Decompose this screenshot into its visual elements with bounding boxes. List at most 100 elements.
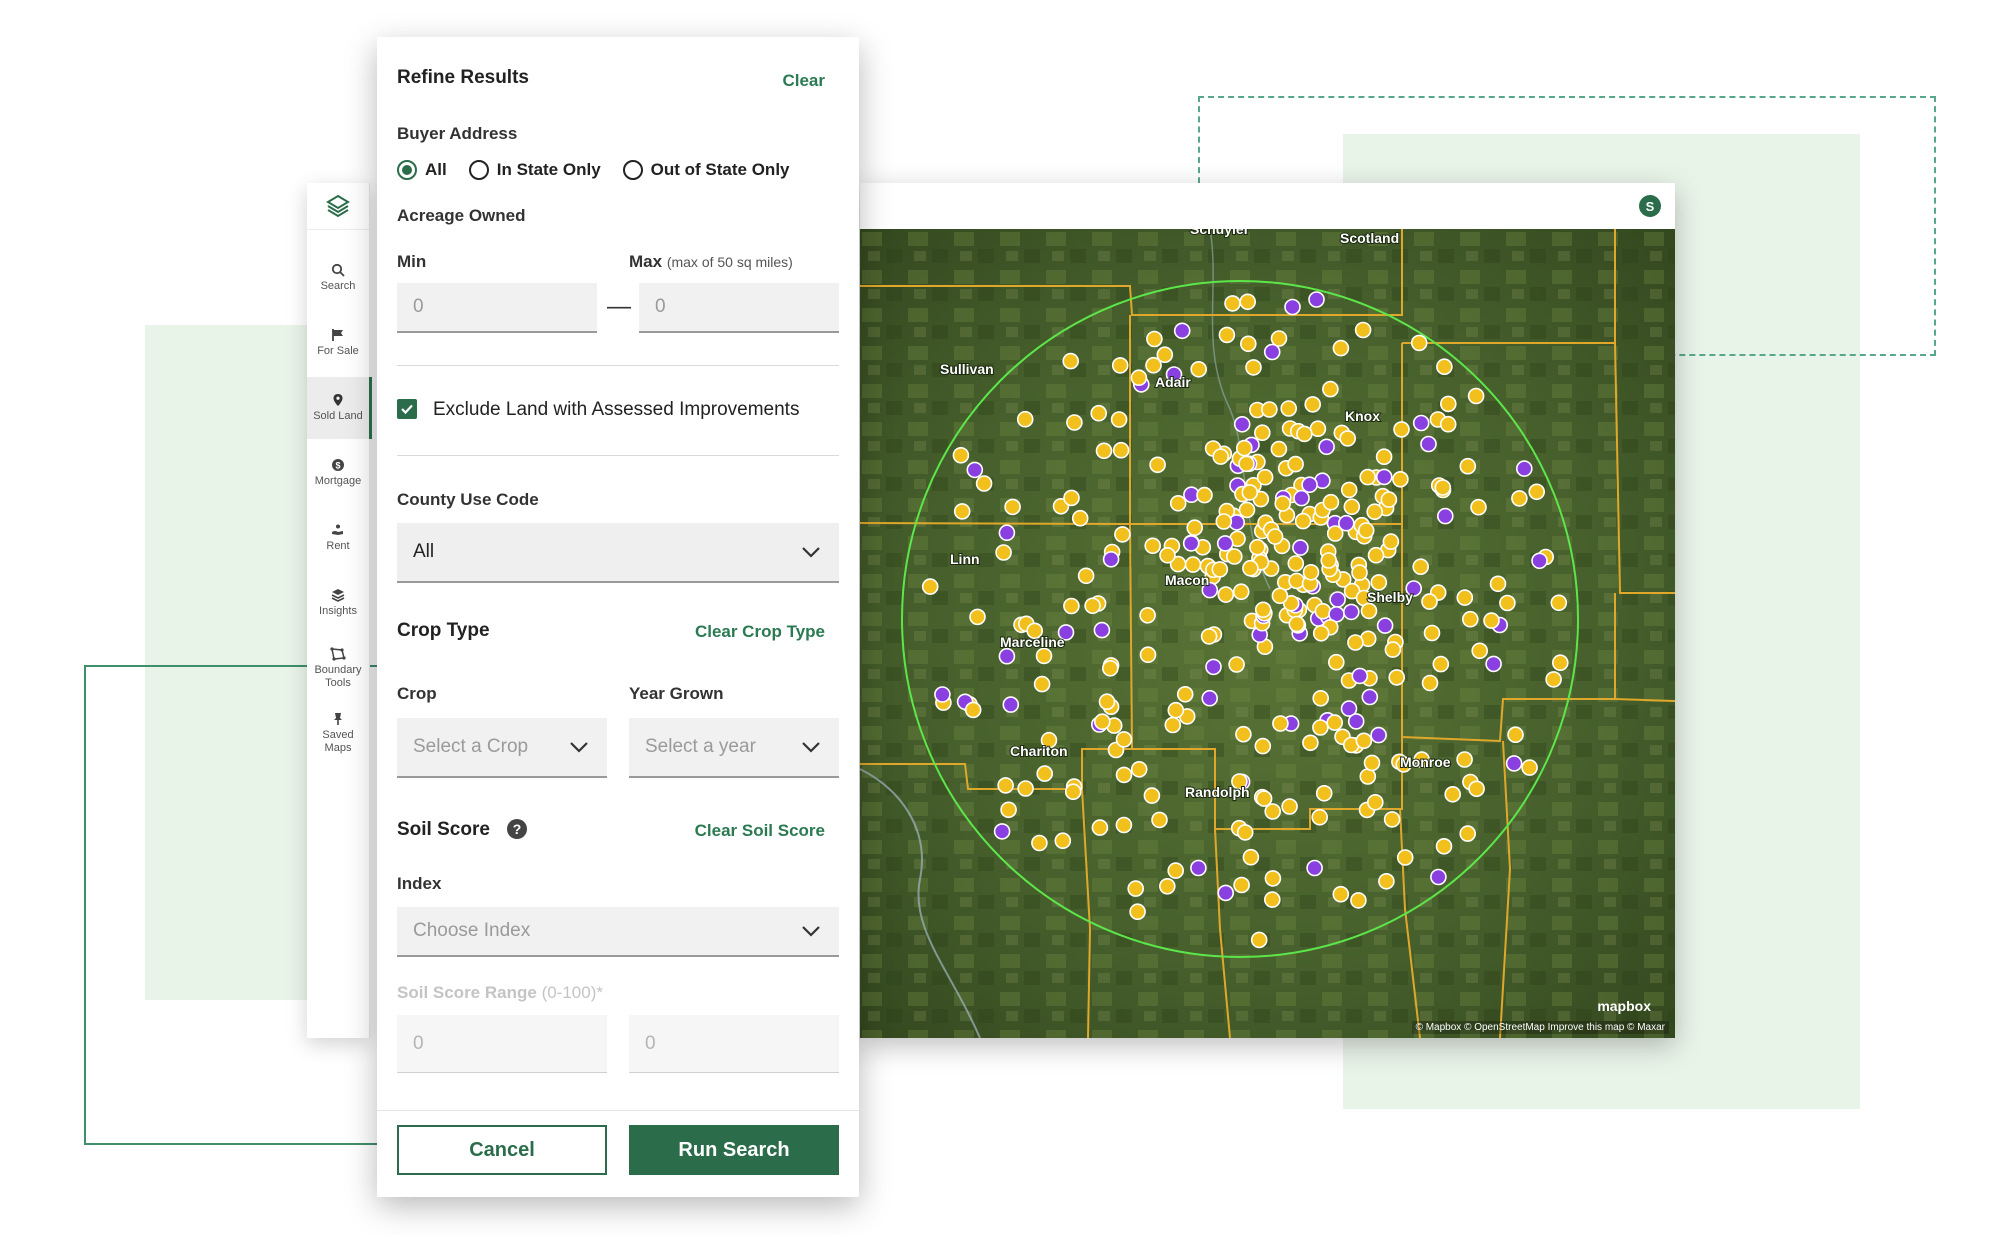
property-marker-sold[interactable] xyxy=(1382,533,1400,550)
property-marker-sold[interactable] xyxy=(1288,615,1306,633)
property-marker-sold[interactable] xyxy=(1370,574,1388,591)
map-canvas[interactable]: Schuyler Scotland Sullivan Adair Knox Linn Mac… xyxy=(860,220,1675,1038)
property-marker-sold[interactable] xyxy=(1366,793,1384,811)
property-marker-sold[interactable] xyxy=(1383,811,1401,828)
property-marker-sold[interactable] xyxy=(1064,783,1082,801)
run-search-button[interactable]: Run Search xyxy=(629,1125,839,1175)
property-marker-sold[interactable] xyxy=(1439,415,1457,433)
property-marker-sold[interactable] xyxy=(1312,689,1330,707)
property-marker-sold[interactable] xyxy=(1158,877,1176,895)
property-marker-sold[interactable] xyxy=(1239,335,1257,353)
nav-for-sale[interactable]: For Sale xyxy=(307,312,369,374)
property-marker-sold[interactable] xyxy=(1355,732,1373,750)
property-marker-sold[interactable] xyxy=(1115,816,1133,834)
property-marker-sold[interactable] xyxy=(1151,811,1168,829)
property-marker-sold[interactable] xyxy=(1312,624,1330,642)
property-marker-sold[interactable] xyxy=(1156,346,1174,363)
property-marker-sold[interactable] xyxy=(1357,522,1375,539)
property-marker-purple[interactable] xyxy=(1205,658,1222,676)
property-marker-sold[interactable] xyxy=(1288,572,1305,590)
property-marker-purple[interactable] xyxy=(1370,726,1387,744)
property-marker-sold[interactable] xyxy=(1350,892,1367,909)
property-marker-sold[interactable] xyxy=(1264,870,1282,887)
property-marker-sold[interactable] xyxy=(1281,798,1298,815)
property-marker-sold[interactable] xyxy=(1139,606,1156,624)
property-marker-sold[interactable] xyxy=(1326,714,1344,731)
property-marker-sold[interactable] xyxy=(1435,837,1453,855)
property-marker-sold[interactable] xyxy=(995,544,1012,561)
property-marker-sold[interactable] xyxy=(1432,655,1450,673)
soil-range-max-input[interactable]: 0 xyxy=(629,1015,839,1073)
property-marker-sold[interactable] xyxy=(964,701,982,719)
property-marker-sold[interactable] xyxy=(1343,498,1361,516)
property-marker-sold[interactable] xyxy=(1467,387,1485,405)
property-marker-sold[interactable] xyxy=(1470,498,1487,516)
property-marker-sold[interactable] xyxy=(1339,430,1357,447)
property-marker-sold[interactable] xyxy=(1149,456,1166,474)
property-marker-sold[interactable] xyxy=(1238,501,1256,519)
property-marker-sold[interactable] xyxy=(1367,546,1385,564)
property-marker-sold[interactable] xyxy=(1242,848,1260,866)
property-marker-purple[interactable] xyxy=(1093,621,1111,639)
property-marker-sold[interactable] xyxy=(1270,440,1288,458)
property-marker-purple[interactable] xyxy=(1329,591,1346,608)
exclude-improvements-checkbox[interactable] xyxy=(397,399,417,419)
property-marker-sold[interactable] xyxy=(1456,751,1473,768)
property-marker-sold[interactable] xyxy=(1378,872,1395,890)
county-use-code-select[interactable]: All xyxy=(397,523,839,583)
property-marker-sold[interactable] xyxy=(997,777,1014,794)
property-marker-purple[interactable] xyxy=(1351,667,1369,685)
property-marker-sold[interactable] xyxy=(1250,931,1268,949)
property-marker-purple[interactable] xyxy=(1308,291,1325,308)
nav-boundary-tools[interactable]: Boundary Tools xyxy=(307,637,369,699)
property-marker-sold[interactable] xyxy=(1489,575,1507,593)
property-marker-sold[interactable] xyxy=(1468,780,1485,798)
property-marker-sold[interactable] xyxy=(1017,780,1034,797)
nav-mortgage[interactable]: $ Mortgage xyxy=(307,442,369,504)
property-marker-sold[interactable] xyxy=(1340,481,1358,499)
property-marker-sold[interactable] xyxy=(1164,716,1182,734)
radio-out-of-state-only[interactable]: Out of State Only xyxy=(622,160,790,180)
property-marker-sold[interactable] xyxy=(1167,862,1185,879)
nav-sold-land[interactable]: Sold Land xyxy=(307,377,372,439)
property-marker-sold[interactable] xyxy=(1312,719,1329,736)
property-marker-sold[interactable] xyxy=(1327,653,1345,671)
nav-search[interactable]: Search xyxy=(307,247,369,309)
property-marker-sold[interactable] xyxy=(1254,601,1272,619)
property-marker-sold[interactable] xyxy=(953,503,971,520)
property-marker-sold[interactable] xyxy=(1035,647,1053,665)
property-marker-sold[interactable] xyxy=(1287,555,1305,572)
property-marker-purple[interactable] xyxy=(1217,884,1235,902)
property-marker-sold[interactable] xyxy=(1139,646,1157,664)
property-marker-sold[interactable] xyxy=(1095,442,1113,460)
property-marker-purple[interactable] xyxy=(1505,755,1523,772)
property-marker-sold[interactable] xyxy=(1098,693,1116,711)
property-marker-sold[interactable] xyxy=(1211,561,1229,578)
property-marker-sold[interactable] xyxy=(1144,537,1162,555)
property-marker-sold[interactable] xyxy=(1236,824,1254,841)
property-marker-sold[interactable] xyxy=(1066,414,1083,431)
property-marker-sold[interactable] xyxy=(1016,410,1034,428)
satellite-map[interactable]: Schuyler Scotland Sullivan Adair Knox Linn Mac… xyxy=(860,220,1675,1038)
property-marker-sold[interactable] xyxy=(1545,671,1562,688)
property-marker-sold[interactable] xyxy=(1393,421,1410,438)
property-marker-sold[interactable] xyxy=(1232,583,1250,601)
property-marker-sold[interactable] xyxy=(1228,656,1245,673)
property-marker-purple[interactable] xyxy=(1361,688,1379,706)
property-marker-sold[interactable] xyxy=(1000,801,1017,819)
clear-soil-score-link[interactable]: Clear Soil Score xyxy=(695,821,825,841)
property-marker-sold[interactable] xyxy=(1280,400,1298,417)
property-marker-sold[interactable] xyxy=(1217,586,1235,603)
property-marker-sold[interactable] xyxy=(1302,734,1319,752)
property-marker-purple[interactable] xyxy=(1002,696,1020,713)
property-marker-sold[interactable] xyxy=(1396,849,1414,866)
property-marker-sold[interactable] xyxy=(1063,597,1080,615)
property-marker-sold[interactable] xyxy=(1296,425,1313,443)
property-marker-sold[interactable] xyxy=(1550,594,1568,612)
property-marker-sold[interactable] xyxy=(1521,759,1538,776)
property-marker-purple[interactable] xyxy=(1293,489,1310,507)
property-marker-sold[interactable] xyxy=(1436,358,1453,375)
year-grown-select[interactable]: Select a year xyxy=(629,718,839,778)
property-marker-sold[interactable] xyxy=(1507,726,1524,744)
property-marker-sold[interactable] xyxy=(1143,787,1161,804)
